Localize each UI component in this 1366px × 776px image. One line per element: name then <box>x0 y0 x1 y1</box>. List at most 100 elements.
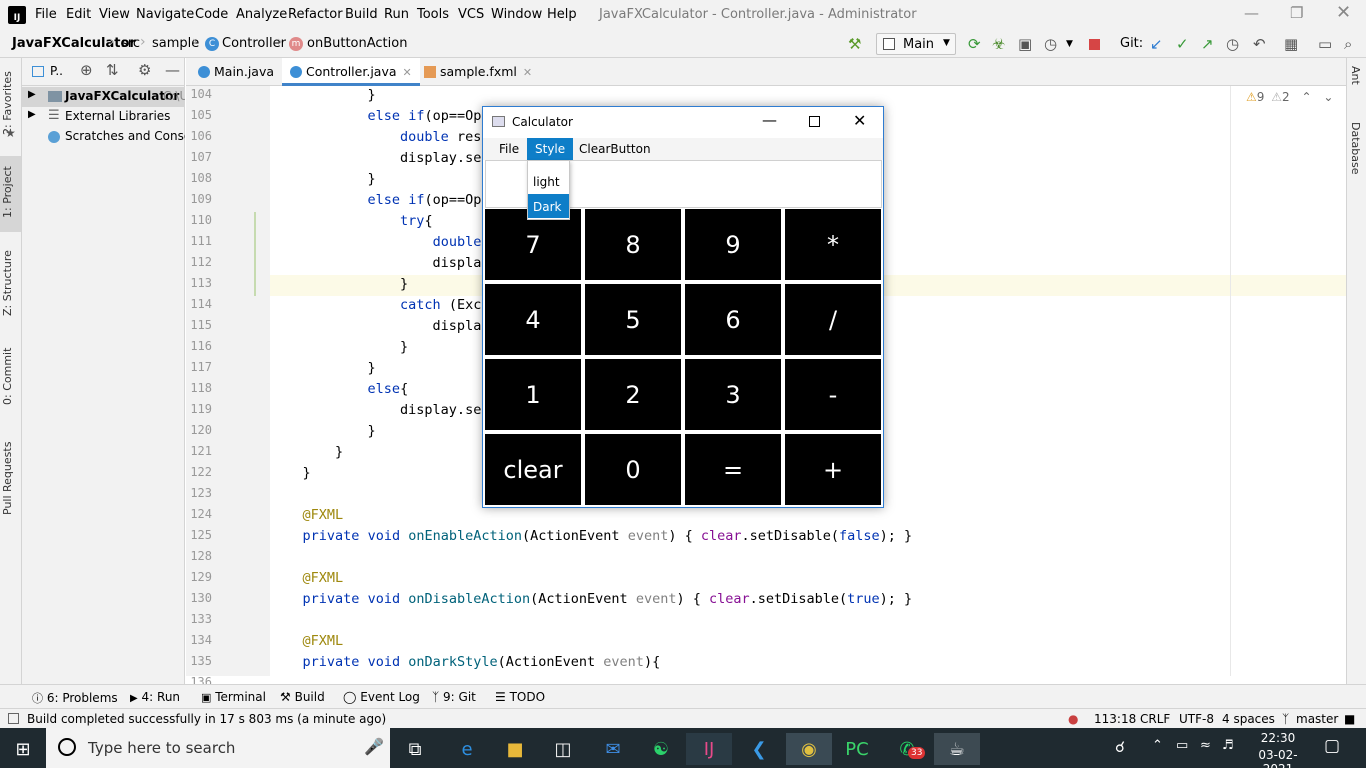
collapse-all-icon[interactable]: ⇅ <box>106 61 119 79</box>
tree-item-scratches[interactable]: Scratches and Console <box>22 127 185 147</box>
volume-icon[interactable]: ♬ <box>1222 738 1234 753</box>
wifi-icon[interactable]: ≈ <box>1200 738 1211 753</box>
error-icon[interactable]: ● <box>1068 712 1078 726</box>
menu-refactor[interactable]: Refactor <box>288 7 343 22</box>
close-tab-icon[interactable]: ✕ <box>403 66 412 79</box>
tool-tab-git[interactable]: ᛉ 9: Git <box>432 690 476 704</box>
tab-main-java[interactable]: Main.java <box>190 58 282 86</box>
menu-build[interactable]: Build <box>345 7 378 22</box>
menu-code[interactable]: Code <box>195 7 228 22</box>
tool-tab-commit[interactable]: 0: Commit <box>1 344 21 408</box>
code-line[interactable]: @FXML <box>270 631 1346 652</box>
mail-icon[interactable]: ✉ <box>590 733 636 765</box>
tree-item-project[interactable]: ▶ JavaFXCalculator C:\U <box>22 87 185 107</box>
rollback-icon[interactable]: ↶ <box>1253 35 1266 53</box>
menu-edit[interactable]: Edit <box>66 7 91 22</box>
project-view-label[interactable]: P.. <box>50 64 63 78</box>
menu-file[interactable]: File <box>35 7 57 22</box>
code-line[interactable] <box>270 547 1346 568</box>
vscode-icon[interactable]: ❮ <box>736 733 782 765</box>
minimize-icon[interactable]: — <box>1244 4 1259 22</box>
hide-icon[interactable]: — <box>165 61 180 79</box>
tool-tab-ant[interactable]: Ant <box>1349 66 1362 85</box>
calc-key[interactable]: 6 <box>685 284 781 355</box>
gear-icon[interactable]: ⚙ <box>138 61 151 79</box>
style-option-light[interactable]: light <box>528 169 569 193</box>
people-icon[interactable]: ☌ <box>1115 738 1125 756</box>
notification-icon[interactable]: ▢ <box>1324 736 1340 756</box>
menu-window[interactable]: Window <box>491 7 542 22</box>
chevron-down-icon[interactable]: ▼ <box>1066 39 1073 49</box>
windows-start-icon[interactable]: ⊞ <box>0 733 46 765</box>
breadcrumb-src[interactable]: src <box>121 36 140 51</box>
project-structure-icon[interactable]: ▦ <box>1284 35 1298 53</box>
chevron-up-icon[interactable]: ⌃ <box>1301 90 1311 104</box>
code-line[interactable]: private void onDarkStyle(ActionEvent eve… <box>270 652 1346 673</box>
taskbar-time[interactable]: 22:30 <box>1250 731 1306 745</box>
taskbar-date[interactable]: 03-02-2021 <box>1246 748 1310 776</box>
chrome-icon[interactable]: ◉ <box>786 733 832 765</box>
git-branch[interactable]: master <box>1296 712 1338 726</box>
tool-tab-todo[interactable]: ☰ TODO <box>495 690 545 704</box>
close-icon[interactable]: ✕ <box>1336 2 1351 23</box>
line-separator[interactable]: CRLF <box>1140 712 1170 726</box>
calc-key[interactable]: clear <box>485 434 581 505</box>
run-config-select[interactable]: Main ▼ <box>876 33 956 55</box>
inspection-widget[interactable]: ⚠9 ⚠2 ⌃ ⌄ <box>1246 90 1342 108</box>
git-push-icon[interactable]: ↗ <box>1201 35 1214 53</box>
chevron-up-icon[interactable]: ⌃ <box>1152 738 1163 753</box>
breadcrumb-project[interactable]: JavaFXCalculator <box>12 36 136 51</box>
stop-icon[interactable] <box>1089 39 1100 50</box>
code-line[interactable]: @FXML <box>270 568 1346 589</box>
calc-key[interactable]: 0 <box>585 434 681 505</box>
tool-tab-structure[interactable]: Z: Structure <box>1 248 21 318</box>
menu-run[interactable]: Run <box>384 7 409 22</box>
whatsapp-icon[interactable]: ✆ 33 <box>884 733 930 765</box>
close-icon[interactable]: ✕ <box>853 111 866 130</box>
menu-tools[interactable]: Tools <box>417 7 449 22</box>
gitkraken-icon[interactable]: ☯ <box>638 733 684 765</box>
tool-tab-project[interactable]: 1: Project <box>1 162 21 222</box>
debug-icon[interactable]: ☣ <box>992 35 1005 53</box>
calc-menu-style[interactable]: Style <box>527 138 574 160</box>
menu-analyze[interactable]: Analyze <box>236 7 287 22</box>
tab-controller-java[interactable]: Controller.java ✕ <box>282 58 420 86</box>
calc-key[interactable]: 1 <box>485 359 581 430</box>
history-icon[interactable]: ◷ <box>1226 35 1239 53</box>
code-line[interactable]: for(Button btn:list){ <box>270 673 1346 676</box>
file-explorer-icon[interactable]: ■ <box>492 733 538 765</box>
tool-tab-pull-requests[interactable]: Pull Requests <box>1 436 21 520</box>
calc-key[interactable]: 5 <box>585 284 681 355</box>
intellij-taskbar-icon[interactable]: IJ <box>686 733 732 765</box>
menu-vcs[interactable]: VCS <box>458 7 484 22</box>
calc-menu-clearbutton[interactable]: ClearButton <box>571 138 659 160</box>
microphone-icon[interactable]: 🎤 <box>364 737 384 756</box>
lock-icon[interactable]: ■ <box>1344 712 1355 726</box>
tool-tab-database[interactable]: Database <box>1349 122 1362 175</box>
calc-key[interactable]: = <box>685 434 781 505</box>
taskbar-search-box[interactable]: Type here to search 🎤 <box>46 728 390 768</box>
edge-icon[interactable]: e <box>444 733 490 765</box>
search-everywhere-icon[interactable]: ⌕ <box>1344 35 1352 53</box>
code-line[interactable]: @FXML <box>270 505 1346 526</box>
calc-key[interactable]: 3 <box>685 359 781 430</box>
java-app-icon[interactable]: ☕ <box>934 733 980 765</box>
indent-setting[interactable]: 4 spaces <box>1222 712 1275 726</box>
coverage-icon[interactable]: ▣ <box>1018 35 1032 53</box>
pycharm-icon[interactable]: PC <box>834 733 880 765</box>
minimize-icon[interactable]: — <box>762 111 777 129</box>
locate-icon[interactable]: ⊕ <box>80 61 93 79</box>
menu-help[interactable]: Help <box>547 7 577 22</box>
presentation-icon[interactable]: ▭ <box>1318 35 1332 53</box>
calc-key[interactable]: 2 <box>585 359 681 430</box>
calc-key[interactable]: + <box>785 434 881 505</box>
restore-icon[interactable]: ❐ <box>1290 4 1303 22</box>
maximize-icon[interactable] <box>809 116 820 127</box>
breadcrumb-method[interactable]: onButtonAction <box>307 36 407 51</box>
code-line[interactable] <box>270 610 1346 631</box>
chevron-down-icon[interactable]: ⌄ <box>1323 90 1333 104</box>
store-icon[interactable]: ◫ <box>540 733 586 765</box>
profile-icon[interactable]: ◷ <box>1044 35 1057 53</box>
code-line[interactable]: } <box>270 86 1346 106</box>
code-line[interactable]: private void onDisableAction(ActionEvent… <box>270 589 1346 610</box>
